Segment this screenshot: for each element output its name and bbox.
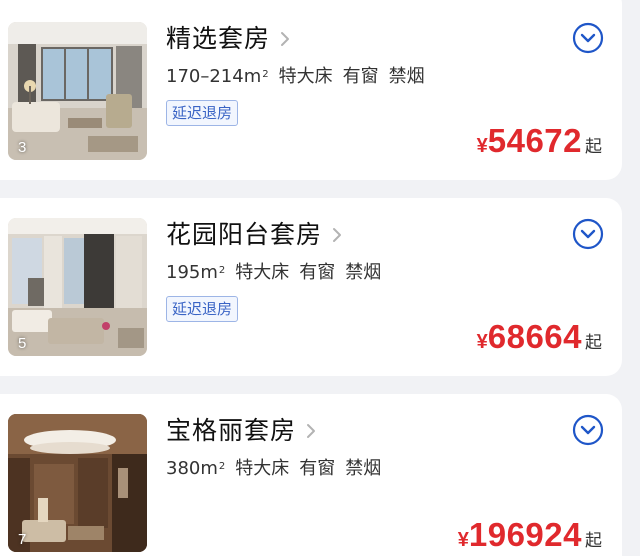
price-amount: 54672 <box>487 122 582 159</box>
price-currency: ¥ <box>457 529 469 551</box>
price: ¥ 196924 起 <box>458 516 602 554</box>
late-checkout-tag: 延迟退房 <box>166 296 239 322</box>
room-title-row[interactable]: 花园阳台套房 <box>166 218 344 252</box>
window-info: 有窗 <box>299 262 336 283</box>
price-suffix: 起 <box>585 137 602 157</box>
room-info: 195m2 特大床 有窗 禁烟 <box>166 261 381 285</box>
room-area: 170–214m <box>166 66 262 87</box>
price-amount: 68664 <box>487 318 582 355</box>
room-card[interactable]: 3 精选套房 170–214m2 特大床 有窗 禁烟 延迟退房 ¥ 54672 起 <box>0 0 622 180</box>
late-checkout-tag: 延迟退房 <box>166 100 239 126</box>
price: ¥ 54672 起 <box>477 122 602 160</box>
room-title-row[interactable]: 宝格丽套房 <box>166 414 318 448</box>
chevron-right-icon <box>307 424 316 438</box>
room-name: 花园阳台套房 <box>166 220 323 249</box>
price-currency: ¥ <box>476 331 488 353</box>
chevron-right-icon <box>333 228 342 242</box>
chevron-right-icon <box>281 32 290 46</box>
bed-type: 特大床 <box>278 66 333 87</box>
price-amount: 196924 <box>468 516 582 553</box>
chevron-down-circle-icon[interactable] <box>572 414 604 446</box>
price-suffix: 起 <box>585 531 602 551</box>
window-info: 有窗 <box>299 458 336 479</box>
room-card[interactable]: 5 花园阳台套房 195m2 特大床 有窗 禁烟 延迟退房 ¥ 68664 起 <box>0 198 622 376</box>
room-list: 3 精选套房 170–214m2 特大床 有窗 禁烟 延迟退房 ¥ 54672 起 <box>0 0 640 556</box>
price: ¥ 68664 起 <box>477 318 602 356</box>
bed-type: 特大床 <box>235 262 290 283</box>
room-info: 170–214m2 特大床 有窗 禁烟 <box>166 65 425 89</box>
room-photo[interactable]: 3 <box>8 22 147 160</box>
smoking-policy: 禁烟 <box>388 66 425 87</box>
photo-count: 5 <box>18 335 27 352</box>
room-area: 380m <box>166 458 218 479</box>
room-card[interactable]: 7 宝格丽套房 380m2 特大床 有窗 禁烟 ¥ 196924 起 <box>0 394 622 556</box>
area-unit-superscript: 2 <box>262 69 269 80</box>
chevron-down-circle-icon[interactable] <box>572 22 604 54</box>
bed-type: 特大床 <box>235 458 290 479</box>
room-photo-image <box>8 218 147 356</box>
smoking-policy: 禁烟 <box>345 262 382 283</box>
window-info: 有窗 <box>342 66 379 87</box>
smoking-policy: 禁烟 <box>345 458 382 479</box>
chevron-down-circle-icon[interactable] <box>572 218 604 250</box>
area-unit-superscript: 2 <box>218 461 226 472</box>
price-suffix: 起 <box>585 333 602 353</box>
price-currency: ¥ <box>476 135 488 157</box>
room-title-row[interactable]: 精选套房 <box>166 22 292 56</box>
room-info: 380m2 特大床 有窗 禁烟 <box>166 457 381 481</box>
room-photo[interactable]: 5 <box>8 218 147 356</box>
room-photo-image <box>8 414 147 552</box>
room-area: 195m <box>166 262 218 283</box>
room-name: 宝格丽套房 <box>166 416 297 445</box>
room-name: 精选套房 <box>166 24 271 53</box>
photo-count: 3 <box>18 139 27 156</box>
area-unit-superscript: 2 <box>218 265 226 276</box>
room-photo[interactable]: 7 <box>8 414 147 552</box>
room-photo-image <box>8 22 147 160</box>
photo-count: 7 <box>18 531 27 548</box>
